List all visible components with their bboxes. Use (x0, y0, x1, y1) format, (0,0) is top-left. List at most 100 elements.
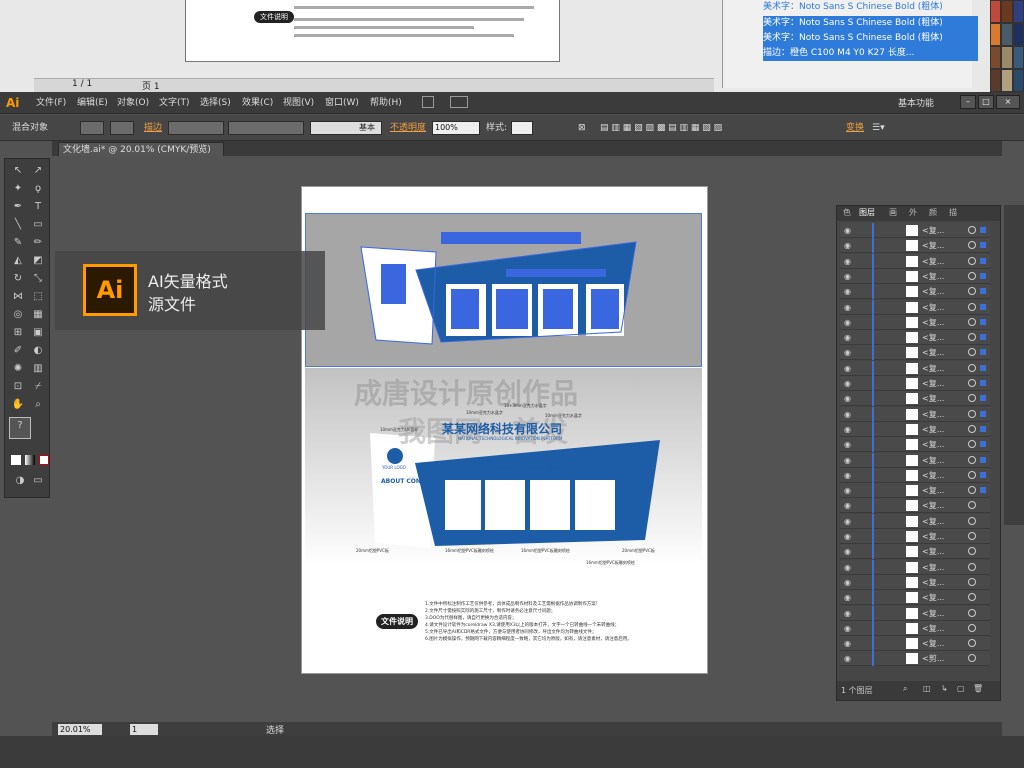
recolor-icon[interactable]: ⊠ (578, 121, 586, 135)
pen-tool-icon[interactable]: ✒ (9, 199, 27, 215)
tab-appearance[interactable]: 外 (909, 207, 917, 218)
align-icons[interactable]: ▤ ▥ ▦ ▧ ▨ ▩ ▤ ▥ ▦ ▧ ▨ (600, 121, 722, 135)
layer-item[interactable]: 美术字：Noto Sans S Chinese Bold (粗体) (763, 16, 978, 31)
menu-window[interactable]: 窗口(W) (325, 96, 359, 110)
layer-row[interactable]: ◉ <复... (840, 513, 990, 529)
transform-label[interactable]: 变换 (846, 121, 864, 135)
tab-stroke[interactable]: 描 (949, 207, 957, 218)
layer-row[interactable]: ◉ <复... (840, 330, 990, 346)
target-circle-icon[interactable] (968, 363, 976, 372)
menu-select[interactable]: 选择(S) (200, 96, 231, 110)
layer-row[interactable]: ◉ <复... (840, 345, 990, 361)
stroke-label[interactable]: 描边 (144, 121, 162, 135)
eyedropper-icon[interactable]: ✐ (9, 343, 27, 359)
layer-row[interactable]: ◉ <复... (840, 299, 990, 315)
tab-color[interactable]: 色 (843, 207, 851, 218)
workspace-switcher[interactable]: 基本功能 (898, 96, 934, 109)
layer-row[interactable]: ◉ <复... (840, 636, 990, 652)
menu-edit[interactable]: 编辑(E) (77, 96, 108, 110)
gradient-mode-icon[interactable] (25, 455, 35, 465)
menu-type[interactable]: 文字(T) (159, 96, 190, 110)
paintbrush-icon[interactable]: ✎ (9, 235, 27, 251)
mesh-tool-icon[interactable]: ⊞ (9, 325, 27, 341)
layer-row[interactable]: ◉ <剪... (840, 651, 990, 667)
visibility-eye-icon[interactable]: ◉ (844, 257, 851, 266)
target-circle-icon[interactable] (968, 241, 976, 250)
minimize-button[interactable]: – (960, 95, 976, 109)
menu-effect[interactable]: 效果(C) (242, 96, 273, 110)
target-circle-icon[interactable] (968, 424, 976, 433)
target-circle-icon[interactable] (968, 287, 976, 296)
direct-selection-tool-icon[interactable]: ↗ (29, 163, 47, 179)
lasso-icon[interactable]: ϙ (29, 181, 47, 197)
zoom-field[interactable]: 20.01% (58, 724, 102, 735)
target-circle-icon[interactable] (968, 379, 976, 387)
target-circle-icon[interactable] (968, 440, 976, 449)
layer-row[interactable]: ◉ <复... (840, 360, 990, 376)
target-circle-icon[interactable] (968, 256, 976, 265)
visibility-eye-icon[interactable]: ◉ (844, 532, 851, 541)
panel-menu-icon[interactable]: ☰▾ (872, 121, 885, 135)
variable-width-profile[interactable] (228, 121, 304, 135)
layer-row[interactable]: ◉ <复... (840, 421, 990, 437)
target-circle-icon[interactable] (968, 409, 976, 418)
target-circle-icon[interactable] (968, 333, 976, 342)
layer-row[interactable]: ◉ <复... (840, 268, 990, 284)
gradient-tool-icon[interactable]: ▣ (29, 325, 47, 341)
target-circle-icon[interactable] (968, 271, 976, 280)
layer-row[interactable]: ◉ <复... (840, 574, 990, 590)
type-tool-icon[interactable]: T (29, 199, 47, 215)
layer-row[interactable]: ◉ <复... (840, 620, 990, 636)
visibility-eye-icon[interactable]: ◉ (844, 348, 851, 357)
visibility-eye-icon[interactable]: ◉ (844, 379, 851, 388)
target-circle-icon[interactable] (968, 623, 976, 632)
visibility-eye-icon[interactable]: ◉ (844, 593, 851, 602)
swatch-grid[interactable] (990, 0, 1024, 92)
target-circle-icon[interactable] (968, 501, 976, 510)
screen-mode-icon[interactable]: ▭ (29, 473, 47, 489)
close-button[interactable]: × (996, 95, 1020, 109)
opacity-label[interactable]: 不透明度 (390, 121, 426, 135)
visibility-eye-icon[interactable]: ◉ (844, 272, 851, 281)
target-circle-icon[interactable] (968, 654, 976, 663)
layer-item[interactable]: 美术字：Noto Sans S Chinese Bold (粗体) (763, 31, 978, 46)
blob-brush-icon[interactable]: ◭ (9, 253, 27, 269)
eraser-icon[interactable]: ◩ (29, 253, 47, 269)
document-tab[interactable]: 文化墙.ai* @ 20.01% (CMYK/预览) (58, 142, 224, 156)
layer-row[interactable]: ◉ <复... (840, 376, 990, 391)
draw-mode-icon[interactable]: ◑ (11, 473, 29, 489)
layer-row[interactable]: ◉ <复... (840, 284, 990, 300)
color-mode-icon[interactable] (11, 455, 21, 465)
selection-tool-icon[interactable]: ↖ (9, 163, 27, 179)
layer-row[interactable]: ◉ <复... (840, 223, 990, 238)
layer-row[interactable]: ◉ <复... (840, 253, 990, 269)
artboard-number[interactable]: 1 (130, 724, 158, 735)
layer-item[interactable]: 美术字：Noto Sans S Chinese Bold (粗体) (763, 0, 978, 15)
artboard-tool-icon[interactable]: ⊡ (9, 379, 27, 395)
visibility-eye-icon[interactable]: ◉ (844, 241, 851, 250)
fill-stroke-widget[interactable]: ? (9, 417, 31, 439)
target-circle-icon[interactable] (968, 317, 976, 326)
visibility-eye-icon[interactable]: ◉ (844, 364, 851, 373)
opacity-field[interactable]: 100% (432, 121, 480, 135)
visibility-eye-icon[interactable]: ◉ (844, 394, 851, 403)
menu-file[interactable]: 文件(F) (36, 96, 66, 110)
visibility-eye-icon[interactable]: ◉ (844, 639, 851, 648)
visibility-eye-icon[interactable]: ◉ (844, 654, 851, 663)
line-tool-icon[interactable]: ╲ (9, 217, 27, 233)
target-circle-icon[interactable] (968, 532, 976, 540)
menu-view[interactable]: 视图(V) (283, 96, 314, 110)
symbol-sprayer-icon[interactable]: ✺ (9, 361, 27, 377)
layer-row[interactable]: ◉ <复... (840, 391, 990, 407)
visibility-eye-icon[interactable]: ◉ (844, 410, 851, 419)
target-circle-icon[interactable] (968, 593, 976, 602)
background-page-nav[interactable]: 1 / 1 页 1 (34, 78, 714, 92)
selected-artwork-panel[interactable] (305, 213, 702, 367)
visibility-eye-icon[interactable]: ◉ (844, 624, 851, 633)
visibility-eye-icon[interactable]: ◉ (844, 563, 851, 572)
layer-row[interactable]: ◉ <复... (840, 529, 990, 544)
fill-swatch[interactable] (80, 121, 104, 135)
visibility-eye-icon[interactable]: ◉ (844, 440, 851, 449)
visibility-eye-icon[interactable]: ◉ (844, 425, 851, 434)
visibility-eye-icon[interactable]: ◉ (844, 226, 851, 235)
